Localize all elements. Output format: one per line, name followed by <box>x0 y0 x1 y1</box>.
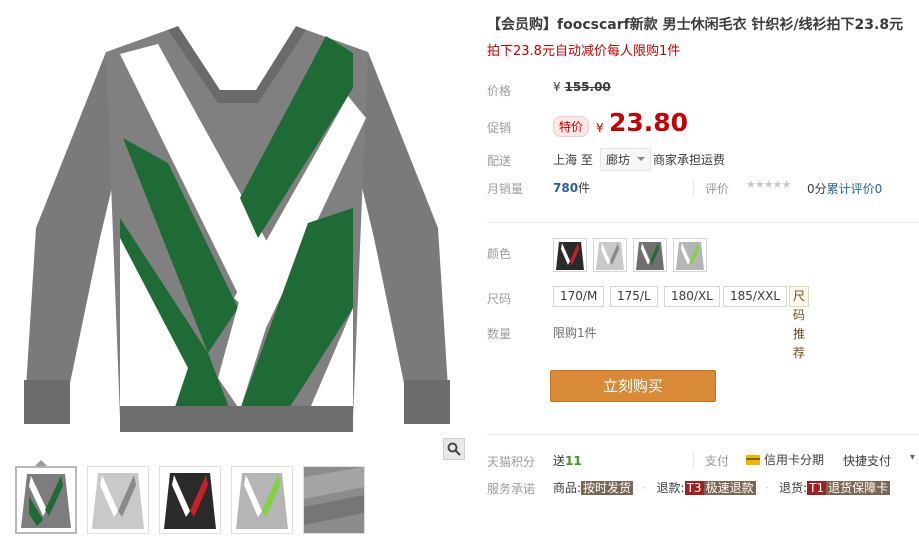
rating-stars: ★★★★★ <box>746 178 791 191</box>
thumbnail-grey-lime[interactable] <box>231 466 293 534</box>
divider <box>693 453 694 467</box>
ship-destination-value: 廊坊 <box>606 153 631 167</box>
size-option-170m[interactable]: 170/M <box>553 286 605 307</box>
shipping-note: 商家承担运费 <box>653 153 726 167</box>
divider <box>693 181 694 195</box>
promo-label: 促销 <box>487 121 512 135</box>
thumbnail-fabric-detail[interactable] <box>303 466 365 534</box>
size-option-180xl[interactable]: 180/XL <box>664 286 720 307</box>
service-promise-label: 服务承诺 <box>487 482 536 496</box>
on-time-delivery-tag[interactable]: 按时发货 <box>581 481 634 495</box>
service-promises: 商品: 按时发货 · 退款: T3 极速退款 · 退货: T1 退货保障卡 <box>553 479 891 496</box>
color-option-black-red[interactable] <box>553 238 587 272</box>
separator-dot: · <box>765 481 770 495</box>
promo-price: 23.80 <box>609 108 689 137</box>
thumbnail-light-grey[interactable] <box>87 466 149 534</box>
credit-card-icon <box>746 455 760 465</box>
refund-code-tag: T3 <box>684 481 704 495</box>
sales-count: 780 <box>553 181 579 195</box>
original-price-currency: ¥ <box>553 80 561 94</box>
product-subtitle: 拍下23.8元自动减价每人限购1件 <box>487 44 681 59</box>
rating-label: 评价 <box>705 182 730 196</box>
color-option-grey-green[interactable] <box>633 238 667 272</box>
shipping-label: 配送 <box>487 154 512 168</box>
sweater-image <box>24 26 450 432</box>
color-option-grey-lime[interactable] <box>673 238 707 272</box>
price-label: 价格 <box>487 84 512 98</box>
zoom-button[interactable] <box>443 438 465 460</box>
total-reviews-link[interactable]: 累计评价0 <box>827 182 883 196</box>
goods-label: 商品: <box>553 481 582 495</box>
rating-summary: 0分累计评价0 <box>807 180 882 197</box>
original-price-value: 155.00 <box>564 80 611 94</box>
buy-now-button[interactable]: 立刻购买 <box>550 370 716 402</box>
sales-unit: 件 <box>578 181 591 195</box>
return-guarantee-tag[interactable]: 退货保障卡 <box>826 481 891 495</box>
chevron-down-icon[interactable]: ▾ <box>910 452 915 463</box>
sales-label: 月销量 <box>487 182 524 196</box>
points-label: 天猫积分 <box>487 455 536 469</box>
size-option-185xxl[interactable]: 185/XXL <box>723 286 788 307</box>
payment-label: 支付 <box>705 454 730 468</box>
payment-credit-label: 信用卡分期 <box>764 453 825 467</box>
color-option-light-grey[interactable] <box>593 238 627 272</box>
promo-currency: ¥ <box>596 121 604 135</box>
promo-badge: 特价 <box>553 116 590 137</box>
return-label: 退货: <box>779 481 808 495</box>
refund-label: 退款: <box>656 481 685 495</box>
product-title: 【会员购】foocscarf新款 男士休闲毛衣 针织衫/线衫拍下23.8元 <box>487 17 904 33</box>
ship-from: 上海 至 <box>553 153 593 167</box>
rating-score: 0分 <box>807 182 827 196</box>
fast-refund-tag[interactable]: 极速退款 <box>703 481 756 495</box>
magnifier-icon <box>447 442 461 456</box>
payment-quick-pay[interactable]: 快捷支付 <box>843 452 891 469</box>
points-prefix: 送 <box>553 454 566 468</box>
size-label: 尺码 <box>487 292 512 306</box>
thumbnail-grey-green[interactable] <box>15 466 77 534</box>
size-option-175l[interactable]: 175/L <box>610 286 658 307</box>
chevron-down-icon <box>637 157 646 161</box>
ship-destination-select[interactable]: 廊坊 <box>600 148 652 171</box>
color-label: 颜色 <box>487 247 512 261</box>
monthly-sales: 780件 <box>553 179 590 196</box>
return-code-tag: T1 <box>807 481 827 495</box>
thumbnail-black-red[interactable] <box>159 466 221 534</box>
points-value: 送11 <box>553 452 582 469</box>
divider <box>487 222 919 223</box>
divider <box>487 434 919 435</box>
size-guide-link[interactable]: 尺码推荐 <box>789 286 810 360</box>
points-number: 11 <box>565 454 582 468</box>
quantity-label: 数量 <box>487 327 512 341</box>
quantity-limit: 限购1件 <box>553 326 597 340</box>
payment-credit-installment[interactable]: 信用卡分期 <box>746 451 824 468</box>
original-price: ¥ 155.00 <box>553 80 611 94</box>
separator-dot: · <box>642 481 647 495</box>
main-product-image[interactable] <box>8 8 466 462</box>
